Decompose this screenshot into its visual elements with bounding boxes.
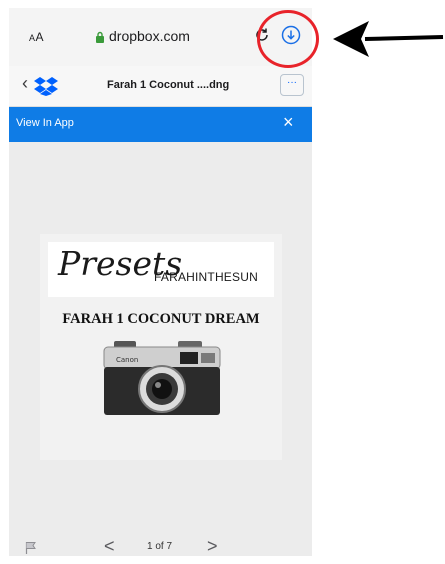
page-navigation: < 1 of 7 >	[9, 533, 312, 564]
more-options-button[interactable]: ···	[280, 74, 304, 96]
flag-icon[interactable]	[25, 541, 37, 555]
file-name: Farah 1 Coconut ....dng	[107, 79, 230, 91]
text-size-button[interactable]: AA	[29, 30, 44, 44]
view-in-app-banner[interactable]: View In App ×	[9, 107, 312, 142]
address-field[interactable]: dropbox.com	[95, 28, 190, 44]
url-text: dropbox.com	[109, 28, 190, 44]
camera-image: Canon	[103, 341, 221, 415]
text-size-large-a: A	[35, 30, 45, 44]
document-title: FARAH 1 COCONUT DREAM	[62, 311, 260, 327]
next-page-button[interactable]: >	[207, 536, 218, 557]
presets-heading: Presets FARAHINTHESUN	[48, 242, 274, 297]
document-preview: Presets FARAHINTHESUN FARAH 1 COCONUT DR…	[40, 234, 282, 460]
lock-icon	[96, 31, 104, 43]
camera-brand-label: Canon	[116, 356, 138, 364]
dropbox-header: ‹ Farah 1 Coconut ....dng ···	[9, 66, 312, 107]
presets-brand: FARAHINTHESUN	[154, 270, 258, 284]
back-button[interactable]: ‹	[22, 73, 28, 94]
phone-screen: AA dropbox.com ‹ Farah 1 Coconut ....dng…	[9, 8, 312, 556]
dropbox-logo-icon[interactable]	[34, 76, 58, 96]
view-in-app-link[interactable]: View In App	[16, 117, 74, 129]
close-banner-button[interactable]: ×	[283, 112, 294, 133]
download-highlight-circle	[257, 10, 319, 68]
page-indicator: 1 of 7	[147, 541, 173, 552]
arrow-annotation	[333, 21, 444, 57]
previous-page-button[interactable]: <	[104, 536, 115, 557]
